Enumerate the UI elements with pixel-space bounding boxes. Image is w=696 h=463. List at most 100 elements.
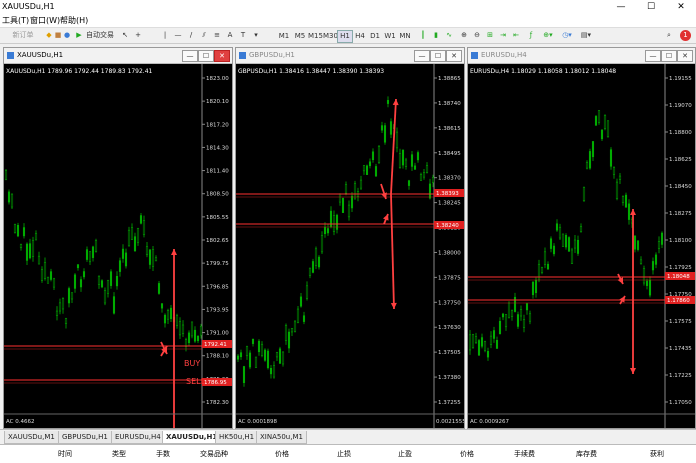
chart-close-button[interactable]: ✕ [677,50,693,62]
trendline-icon[interactable]: / [186,30,196,41]
globe-icon[interactable]: ● [63,30,71,41]
candle-body [269,368,273,375]
menu-window[interactable]: 窗口(W) [30,15,60,26]
horizontal-line-icon[interactable]: — [173,30,183,41]
tf-d1[interactable]: D1 [367,30,383,43]
chart-maximize-button[interactable]: ☐ [198,50,214,62]
tf-m30[interactable]: M30 [322,30,338,43]
zoom-in-icon[interactable]: ⊕ [459,30,469,41]
price-chart[interactable]: EURUSDu,H4 1.18029 1.18058 1.18012 1.180… [468,64,695,428]
chart-window-title: GBPUSDu,H1 [249,51,295,59]
tf-h4[interactable]: H4 [352,30,368,43]
candle-body [579,226,583,232]
col-time[interactable]: 时间 [58,449,72,459]
trade-arrowhead [381,192,387,199]
col-commission[interactable]: 手续费 [514,449,535,459]
col-symbol[interactable]: 交易品种 [200,449,228,459]
chart-minimize-button[interactable]: — [414,50,430,62]
add-indicator-icon[interactable]: ⊕▾ [541,30,555,41]
tf-m5[interactable]: M5 [292,30,308,43]
periods-icon[interactable]: ◷▾ [560,30,574,41]
crosshair-icon[interactable]: + [133,30,143,41]
maximize-button[interactable]: ☐ [636,0,666,14]
col-swap[interactable]: 库存费 [576,449,597,459]
price-label: 1.17925 [669,265,692,271]
col-profit[interactable]: 获利 [650,449,664,459]
candle-body [46,276,50,284]
price-chart[interactable]: GBPUSDu,H1 1.38416 1.38447 1.38390 1.383… [236,64,464,428]
bar-chart-icon[interactable]: ┃ [418,30,428,41]
tf-mn[interactable]: MN [397,30,413,43]
chart-minimize-button[interactable]: — [645,50,661,62]
channel-icon[interactable]: ⫽ [199,30,209,41]
tf-h1[interactable]: H1 [337,30,353,43]
tab-xauusd-h1[interactable]: XAUUSDu,H1 [162,431,222,444]
menu-tools[interactable]: 工具(T) [2,15,29,26]
auto-trading-button[interactable]: 自动交易 [85,30,115,41]
price-label: 1811.40 [206,169,229,175]
candle-body [513,296,517,312]
candle-body [612,167,616,175]
trade-arrowhead [630,209,636,215]
candle-body [371,151,375,161]
close-button[interactable]: ✕ [666,0,696,14]
zoom-out-icon[interactable]: ⊖ [472,30,482,41]
shapes-icon[interactable]: ▾ [251,30,261,41]
templates-icon[interactable]: ▤▾ [579,30,593,41]
chart-window-gbpusd[interactable]: GBPUSDu,H1 — ☐ ✕ GBPUSDu,H1 1.38416 1.38… [235,47,465,429]
tab-xauusd-m1[interactable]: XAUUSDu,M1 [4,431,59,444]
fibo-icon[interactable]: ≡ [212,30,222,41]
candle-body [175,315,179,326]
candle-body [94,240,98,252]
search-icon[interactable]: ⌕ [664,30,674,41]
text-icon[interactable]: A [225,30,235,41]
tf-m15[interactable]: M15 [307,30,323,43]
tf-w1[interactable]: W1 [382,30,398,43]
candle-body [193,329,197,342]
chart-maximize-button[interactable]: ☐ [430,50,446,62]
price-label: 1814.30 [206,145,229,151]
price-chart[interactable]: XAUUSDu,H1 1789.96 1792.44 1789.83 1792.… [4,64,232,428]
candle-body [320,235,324,253]
tile-windows-icon[interactable]: ⊞ [485,30,495,41]
chart-maximize-button[interactable]: ☐ [661,50,677,62]
notification-icon[interactable]: 1 [680,30,691,41]
vertical-line-icon[interactable]: | [160,30,170,41]
tab-hk50-h1[interactable]: HK50u,H1 [215,431,259,444]
cursor-icon[interactable]: ↖ [120,30,130,41]
indicators-icon[interactable]: ƒ [526,30,536,41]
candle-body [79,279,83,288]
chart-window-eurusd[interactable]: EURUSDu,H4 — ☐ ✕ EURUSDu,H4 1.18029 1.18… [467,47,696,429]
col-type[interactable]: 类型 [112,449,126,459]
label-icon[interactable]: T [238,30,248,41]
history-icon[interactable]: ◆ [45,30,53,41]
col-price2[interactable]: 价格 [460,449,474,459]
auto-trading-icon[interactable]: ▶ [74,30,84,41]
tf-m1[interactable]: M1 [276,30,292,43]
new-order-button[interactable]: 新订单 [3,30,43,41]
candle-body [97,275,101,285]
menu-help[interactable]: 帮助(H) [60,15,88,26]
chart-window-xauusd[interactable]: XAUUSDu,H1 — ☐ ✕ XAUUSDu,H1 1789.96 1792… [3,47,233,429]
candle-body [419,173,423,181]
candle-body [606,120,610,138]
chart-close-button[interactable]: ✕ [214,50,230,62]
chart-shift-icon[interactable]: ⇤ [511,30,521,41]
candle-body [284,325,288,341]
market-icon[interactable]: ■ [54,30,62,41]
col-tp[interactable]: 止盈 [398,449,412,459]
col-price[interactable]: 价格 [275,449,289,459]
minimize-button[interactable]: — [606,0,636,14]
autoscroll-icon[interactable]: ⇥ [498,30,508,41]
chart-close-button[interactable]: ✕ [446,50,462,62]
candle-chart-icon[interactable]: ▮ [431,30,441,41]
tab-gbpusd-h1[interactable]: GBPUSDu,H1 [58,431,112,444]
candle-body [136,228,140,243]
candle-body [483,341,487,351]
col-lots[interactable]: 手数 [156,449,170,459]
chart-minimize-button[interactable]: — [182,50,198,62]
tab-xina50-m1[interactable]: XINA50u,M1 [256,431,307,444]
tab-eurusd-h4[interactable]: EURUSDu,H4 [111,431,165,444]
line-chart-icon[interactable]: ∿ [444,30,454,41]
col-sl[interactable]: 止损 [337,449,351,459]
